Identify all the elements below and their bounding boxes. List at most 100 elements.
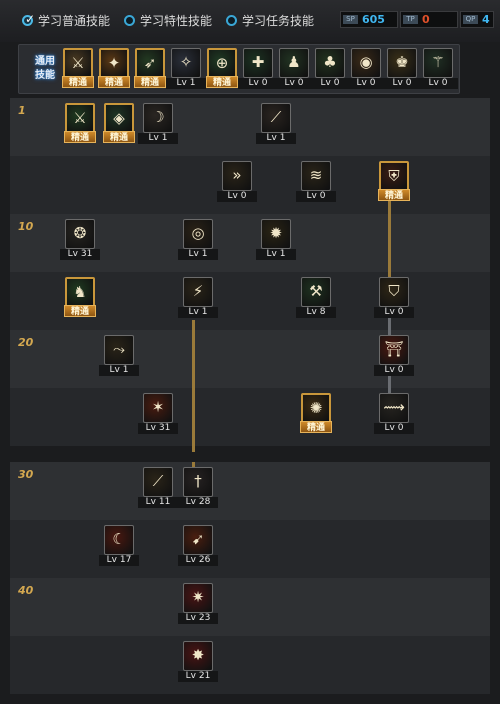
swoop-slash-icon[interactable]: ⟋ bbox=[261, 103, 291, 133]
green-reticle-icon[interactable]: ✚ bbox=[243, 48, 273, 78]
red-moon-icon[interactable]: ☾ bbox=[104, 525, 134, 555]
golden-burst-icon[interactable]: ✺ bbox=[301, 393, 331, 423]
arc-dash-icon[interactable]: ⤳ bbox=[104, 335, 134, 365]
dash-runner-icon[interactable]: ➶ bbox=[135, 48, 165, 78]
skill-glyph: ☾ bbox=[112, 530, 126, 548]
skill-tab-bar: ✓ 学习普通技能 学习特性技能 学习任务技能 SP 605 TP 0 QP 4 bbox=[0, 0, 500, 42]
skill-level-label: Lv 23 bbox=[178, 613, 218, 624]
green-blade-icon[interactable]: ⚒ bbox=[301, 277, 331, 307]
common-skills-label: 通用 技能 bbox=[29, 55, 61, 85]
mastery-badge: 精通 bbox=[378, 189, 410, 201]
skill-glyph: ➶ bbox=[143, 54, 157, 72]
skill-slot: ♟ Lv 0 bbox=[274, 48, 314, 92]
skill-level-label: Lv 0 bbox=[418, 78, 458, 89]
skill-level-label: Lv 1 bbox=[99, 365, 139, 376]
green-slash-icon[interactable]: ⚔ bbox=[65, 103, 95, 133]
flame-streak-icon[interactable]: ⟋ bbox=[143, 467, 173, 497]
skill-level-label: Lv 11 bbox=[138, 497, 178, 508]
wind-slash-icon[interactable]: ⟿ bbox=[379, 393, 409, 423]
skill-level-label: Lv 28 bbox=[178, 497, 218, 508]
skill-glyph: ⛉ bbox=[388, 282, 400, 300]
level-marker: 20 bbox=[18, 336, 34, 349]
tier-row bbox=[10, 520, 490, 578]
skill-slot: ⛉ Lv 0 bbox=[374, 277, 414, 321]
fire-slash-icon[interactable]: ✶ bbox=[143, 393, 173, 423]
golden-figure-icon[interactable]: ♚ bbox=[387, 48, 417, 78]
red-star-icon[interactable]: ✷ bbox=[183, 583, 213, 613]
shield-burst-icon[interactable]: ⛉ bbox=[379, 277, 409, 307]
skill-slot: ⚔ 精通 bbox=[60, 103, 100, 147]
mastery-badge: 精通 bbox=[64, 131, 96, 143]
skill-slot: ✦ 精通 bbox=[94, 48, 134, 92]
skill-slot: ✧ Lv 1 bbox=[166, 48, 206, 92]
tab-normal-skills[interactable]: ✓ 学习普通技能 bbox=[22, 10, 110, 30]
skill-slot: † Lv 28 bbox=[178, 467, 218, 511]
red-flare-icon[interactable]: ✸ bbox=[183, 641, 213, 671]
figure-green-icon[interactable]: ♟ bbox=[279, 48, 309, 78]
phoenix-icon[interactable]: ➹ bbox=[183, 525, 213, 555]
skill-glyph: ⚚ bbox=[431, 53, 445, 71]
target-cross-icon[interactable]: ⊕ bbox=[207, 48, 237, 78]
skill-slot: ☾ Lv 17 bbox=[99, 525, 139, 569]
sword-hilt-icon[interactable]: † bbox=[183, 467, 213, 497]
skill-glyph: ✺ bbox=[309, 399, 323, 417]
crescent-slash-icon[interactable]: ☽ bbox=[143, 103, 173, 133]
skill-level-label: Lv 1 bbox=[178, 307, 218, 318]
shield-cross-icon[interactable]: ⛨ bbox=[379, 161, 409, 191]
tp-value: 0 bbox=[422, 13, 430, 26]
sword-spark-icon[interactable]: ⚡ bbox=[183, 277, 213, 307]
skill-glyph: ◈ bbox=[113, 109, 125, 127]
spiral-icon[interactable]: ◎ bbox=[183, 219, 213, 249]
skill-level-label: Lv 31 bbox=[138, 423, 178, 434]
tab-label: 学习特性技能 bbox=[140, 13, 213, 28]
skill-level-label: Lv 0 bbox=[374, 365, 414, 376]
explosion-icon[interactable]: ✹ bbox=[261, 219, 291, 249]
green-dragon-icon[interactable]: ♞ bbox=[65, 277, 95, 307]
tab-label: 学习普通技能 bbox=[38, 13, 111, 28]
skill-glyph: ⚔ bbox=[73, 109, 87, 127]
triple-arrow-icon[interactable]: » bbox=[222, 161, 252, 191]
skill-level-label: Lv 8 bbox=[296, 307, 336, 318]
skill-level-label: Lv 0 bbox=[296, 191, 336, 202]
skill-slot: ✸ Lv 21 bbox=[178, 641, 218, 685]
skill-glyph: ✧ bbox=[179, 53, 193, 71]
radio-icon[interactable] bbox=[226, 14, 237, 26]
tab-quest-skills[interactable]: 学习任务技能 bbox=[226, 10, 314, 30]
skill-level-label: Lv 0 bbox=[238, 78, 278, 89]
qp-icon: QP bbox=[463, 15, 478, 24]
green-staff-icon[interactable]: ⚚ bbox=[423, 48, 453, 78]
skill-glyph: ✚ bbox=[251, 53, 265, 71]
skill-glyph: ⚒ bbox=[309, 282, 323, 300]
skill-level-label: Lv 1 bbox=[256, 133, 296, 144]
flame-wing-icon[interactable]: ✦ bbox=[99, 48, 129, 78]
skill-level-label: Lv 0 bbox=[310, 78, 350, 89]
common-skills-bar: 通用 技能 ⚔ 精通 ✦ 精通 ➶ 精通 ✧ Lv 1 ⊕ 精通 ✚ Lv 0 ♟ Lv 0 ♣ Lv 0 ◉ L… bbox=[18, 44, 460, 94]
tier-row: 30 bbox=[10, 462, 490, 520]
skill-level-label: Lv 0 bbox=[374, 423, 414, 434]
eye-orb-icon[interactable]: ◉ bbox=[351, 48, 381, 78]
tier-row: 40 bbox=[10, 578, 490, 636]
radio-checked-icon[interactable]: ✓ bbox=[22, 12, 35, 26]
skill-tree-lower: 30 40 bbox=[10, 462, 490, 704]
skill-slot: ⛩ Lv 0 bbox=[374, 335, 414, 379]
skill-tree-window: ✓ 学习普通技能 学习特性技能 学习任务技能 SP 605 TP 0 QP 4 … bbox=[0, 0, 500, 704]
wave-burst-icon[interactable]: ≋ bbox=[301, 161, 331, 191]
summon-icon[interactable]: ⚔ bbox=[63, 48, 93, 78]
radio-icon[interactable] bbox=[124, 14, 135, 26]
red-gate-icon[interactable]: ⛩ bbox=[379, 335, 409, 365]
green-eye-icon[interactable]: ◈ bbox=[104, 103, 134, 133]
skill-slot: ⛨ 精通 bbox=[374, 161, 414, 205]
whirl-slash-icon[interactable]: ❂ bbox=[65, 219, 95, 249]
common-label-text: 通用 技能 bbox=[35, 56, 55, 81]
tab-feature-skills[interactable]: 学习特性技能 bbox=[124, 10, 212, 30]
skill-glyph: † bbox=[194, 472, 202, 490]
skill-glyph: ✸ bbox=[191, 646, 205, 664]
mushroom-icon[interactable]: ♣ bbox=[315, 48, 345, 78]
skill-level-label: Lv 17 bbox=[99, 555, 139, 566]
wing-emblem-icon[interactable]: ✧ bbox=[171, 48, 201, 78]
tier-row bbox=[10, 388, 490, 446]
skill-slot: ❂ Lv 31 bbox=[60, 219, 100, 263]
skill-slot: ⟋ Lv 1 bbox=[256, 103, 296, 147]
skill-level-label: Lv 0 bbox=[217, 191, 257, 202]
skill-level-label: Lv 26 bbox=[178, 555, 218, 566]
